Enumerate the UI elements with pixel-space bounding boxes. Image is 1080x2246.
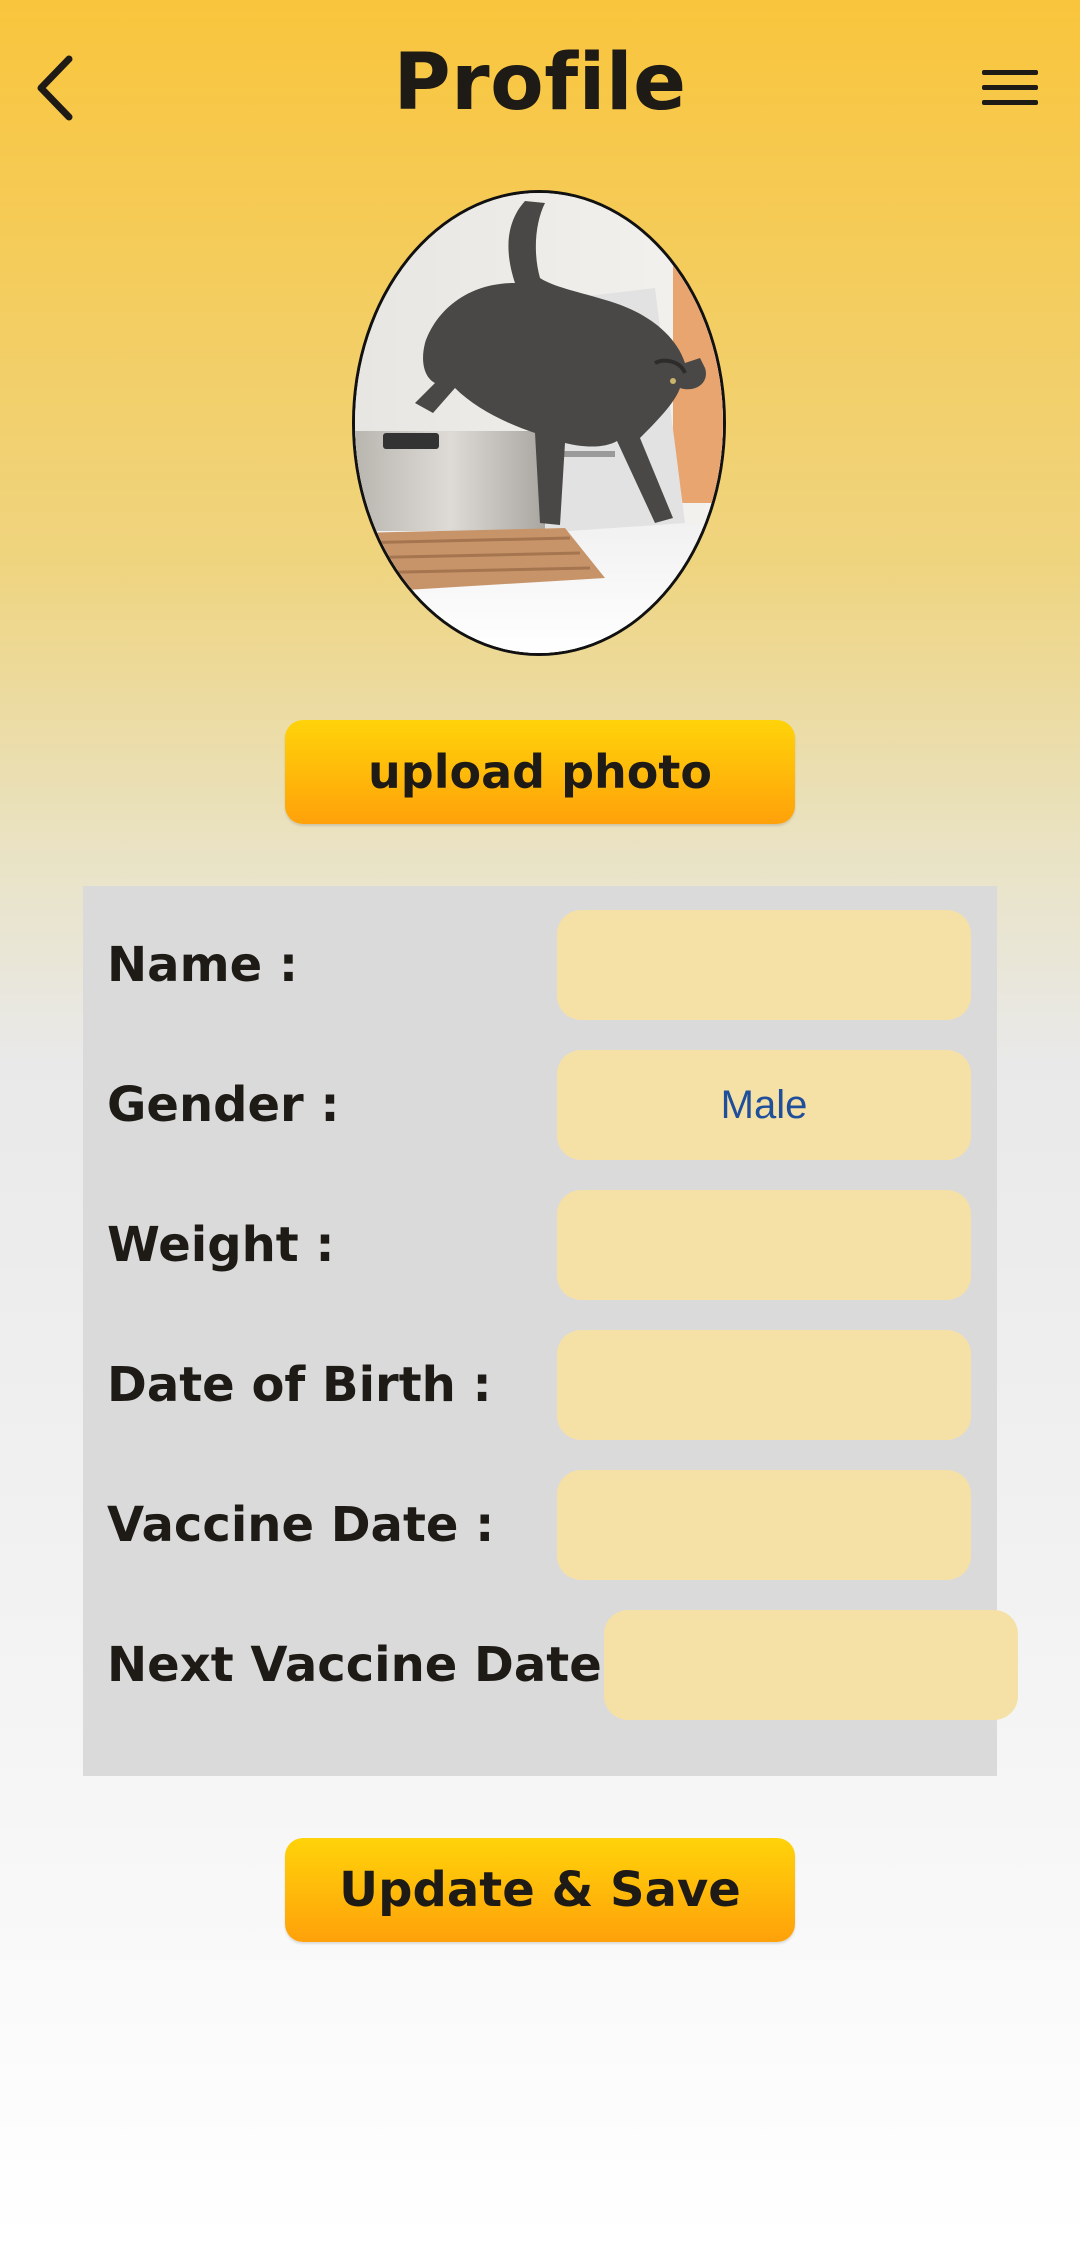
menu-button[interactable] bbox=[975, 60, 1045, 120]
vaccine-date-label: Vaccine Date : bbox=[107, 1497, 495, 1553]
name-label: Name : bbox=[107, 937, 299, 993]
upload-photo-button[interactable]: upload photo bbox=[285, 720, 795, 824]
vaccine-date-field[interactable] bbox=[557, 1470, 971, 1580]
gender-label: Gender : bbox=[107, 1077, 340, 1133]
next-vaccine-date-field[interactable] bbox=[604, 1610, 1018, 1720]
name-field[interactable] bbox=[557, 910, 971, 1020]
page-title: Profile bbox=[393, 38, 687, 128]
weight-label: Weight : bbox=[107, 1217, 335, 1273]
date-of-birth-label: Date of Birth : bbox=[107, 1357, 492, 1413]
cat-photo: CL bbox=[355, 193, 723, 653]
weight-field[interactable] bbox=[557, 1190, 971, 1300]
date-of-birth-field[interactable] bbox=[557, 1330, 971, 1440]
update-save-button[interactable]: Update & Save bbox=[285, 1838, 795, 1942]
profile-photo: CL bbox=[352, 190, 726, 656]
gender-field[interactable]: Male bbox=[557, 1050, 971, 1160]
next-vaccine-date-label: Next Vaccine Date : bbox=[107, 1637, 638, 1693]
hamburger-menu-icon bbox=[982, 68, 1038, 112]
